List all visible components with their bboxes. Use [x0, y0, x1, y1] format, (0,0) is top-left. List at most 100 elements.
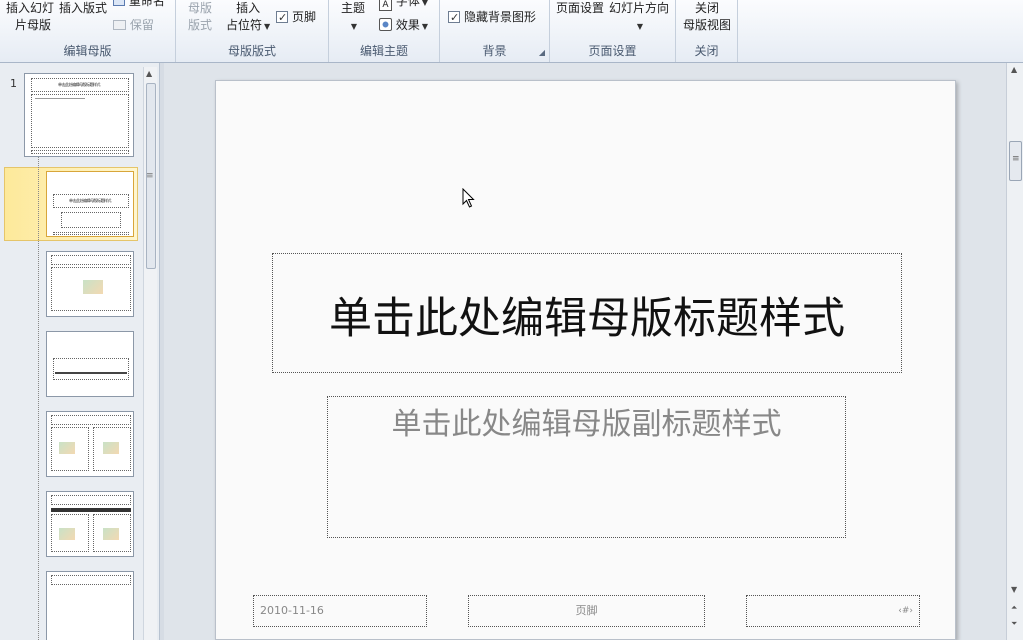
- close-master-view-label-1: 关闭: [695, 1, 720, 15]
- title-placeholder[interactable]: 单击此处编辑母版标题样式: [272, 253, 902, 373]
- rename-button[interactable]: 重命名: [113, 0, 165, 10]
- group-label-edit-master: 编辑母版: [63, 44, 112, 58]
- group-label-edit-theme: 编辑主题: [359, 44, 408, 58]
- thumb-image-placeholder: [103, 442, 119, 454]
- mouse-cursor-icon: [462, 188, 475, 208]
- dialog-launcher-icon[interactable]: ◢: [539, 48, 545, 57]
- master-layout-label-2: 版式: [188, 18, 213, 32]
- chevron-down-icon: ▼: [636, 22, 644, 31]
- effects-label: 效果: [395, 18, 420, 32]
- thumb-image-placeholder: [59, 528, 75, 540]
- group-background: 隐藏背景图形 背景 ◢: [440, 0, 550, 62]
- title-placeholder-text: 单击此处编辑母版标题样式: [329, 294, 845, 344]
- themes-label: 主题: [341, 1, 366, 15]
- footer-checkbox-label: 页脚: [292, 10, 317, 24]
- ribbon: 插入幻灯 片母版 插入版式 重命名 保留 编辑母版 母版 版式 插入 占位符 ▼ …: [0, 0, 1023, 63]
- slide-orientation-label: 幻灯片方向: [609, 1, 670, 15]
- master-layout-button[interactable]: 母版 版式: [188, 0, 212, 34]
- subtitle-placeholder[interactable]: 单击此处编辑母版副标题样式: [327, 396, 846, 538]
- themes-button[interactable]: 主题 ▼: [341, 0, 365, 35]
- group-label-master-layout: 母版版式: [227, 44, 276, 58]
- thumb-layout-title: 单击此处编辑母版标题样式: [69, 198, 112, 203]
- insert-placeholder-label-1: 插入: [236, 1, 261, 15]
- rename-label: 重命名: [128, 0, 165, 8]
- hide-background-graphics-label: 隐藏背景图形: [464, 10, 537, 24]
- rename-icon: [113, 0, 125, 6]
- pane-grip-icon[interactable]: ≡: [146, 171, 154, 181]
- chevron-down-icon: ▼: [421, 22, 428, 31]
- footer-checkbox[interactable]: 页脚: [276, 9, 316, 26]
- insert-slide-master-label-2: 片母版: [15, 18, 52, 32]
- date-text: 2010-11-16: [260, 604, 324, 617]
- scroll-up-arrow-icon[interactable]: ▲: [146, 69, 152, 78]
- group-close: 关闭 母版视图 关闭: [676, 0, 738, 62]
- fonts-label: 字体: [395, 0, 420, 8]
- checkbox-checked-icon: [448, 9, 460, 26]
- thumb-master-title: 单击此处编辑母版标题样式: [58, 82, 101, 87]
- thumb-footer-boxes: [31, 150, 129, 154]
- thumb-bullets: [35, 98, 85, 128]
- scrollbar-thumb[interactable]: ≡: [1009, 141, 1022, 181]
- effects-icon: [379, 18, 392, 31]
- slide-number: 1: [10, 77, 17, 90]
- effects-button[interactable]: 效果 ▼: [379, 17, 428, 35]
- master-layout-label-1: 母版: [188, 1, 213, 15]
- slide-vertical-scrollbar[interactable]: ▲ ≡ ▼ ⏶ ⏷: [1006, 63, 1023, 640]
- thumbnail-title-layout[interactable]: 单击此处编辑母版标题样式: [46, 171, 134, 237]
- thumbnail-layout-5[interactable]: [46, 491, 134, 557]
- scroll-down-arrow-icon[interactable]: ▼: [1011, 585, 1017, 594]
- page-setup-button[interactable]: 页面设置: [556, 0, 604, 17]
- preserve-icon: [113, 20, 126, 30]
- thumb-image-placeholder: [103, 528, 119, 540]
- scroll-up-arrow-icon[interactable]: ▲: [1011, 65, 1017, 74]
- thumb-title-box: [51, 255, 131, 265]
- insert-layout-button[interactable]: 插入版式: [59, 0, 107, 17]
- thumbnail-slide-master[interactable]: 单击此处编辑母版标题样式: [24, 73, 134, 157]
- grip-icon: ≡: [1012, 154, 1020, 164]
- thumb-header-bars: [51, 508, 131, 512]
- subtitle-placeholder-text: 单击此处编辑母版副标题样式: [391, 407, 782, 442]
- insert-placeholder-button[interactable]: 插入 占位符 ▼: [226, 0, 270, 35]
- thumb-title-box: [53, 358, 129, 380]
- thumb-text-lines: [55, 372, 127, 374]
- thumb-footer-boxes: [53, 232, 129, 235]
- chevron-down-icon: ▼: [264, 22, 271, 31]
- group-label-background: 背景: [482, 44, 507, 58]
- checkbox-checked-icon: [276, 9, 288, 26]
- thumbnail-scrollbar[interactable]: ▲ ≡: [143, 67, 157, 640]
- date-placeholder[interactable]: 2010-11-16: [253, 595, 427, 627]
- slide-number-text: ‹#›: [898, 606, 913, 616]
- preserve-button[interactable]: 保留: [113, 17, 154, 34]
- thumb-title-box: [51, 495, 131, 505]
- insert-slide-master-label-1: 插入幻灯: [6, 1, 55, 15]
- slide-thumbnail-pane: 1 单击此处编辑母版标题样式 单击此处编辑母版标题样式 ▲ ≡: [0, 63, 160, 640]
- previous-slide-icon[interactable]: ⏶: [1011, 603, 1017, 613]
- close-master-view-label-2: 母版视图: [683, 18, 732, 32]
- thumb-subtitle-box: [61, 212, 121, 228]
- slide-editing-area: 单击此处编辑母版标题样式 单击此处编辑母版副标题样式 2010-11-16 页脚…: [164, 63, 1006, 640]
- chevron-down-icon: ▼: [350, 22, 358, 31]
- thumbnail-layout-6[interactable]: [46, 571, 134, 640]
- thumbnail-layout-3[interactable]: [46, 331, 134, 397]
- slide-number-placeholder[interactable]: ‹#›: [746, 595, 920, 627]
- group-label-close: 关闭: [694, 44, 719, 58]
- group-label-page-setup: 页面设置: [588, 44, 637, 58]
- thumb-image-placeholder: [59, 442, 75, 454]
- insert-placeholder-label-2: 占位符: [226, 18, 263, 32]
- thumbnail-layout-2[interactable]: [46, 251, 134, 317]
- insert-slide-master-button[interactable]: 插入幻灯 片母版: [6, 0, 54, 34]
- thumb-title-box: [51, 415, 131, 425]
- group-page-setup: 页面设置 幻灯片方向 ▼ 页面设置: [550, 0, 676, 62]
- next-slide-icon[interactable]: ⏷: [1011, 619, 1017, 629]
- hide-background-graphics-checkbox[interactable]: 隐藏背景图形: [448, 9, 536, 26]
- thumbnail-layout-4[interactable]: [46, 411, 134, 477]
- close-master-view-button[interactable]: 关闭 母版视图: [683, 0, 731, 34]
- thumb-image-placeholder: [83, 280, 103, 294]
- group-edit-master: 插入幻灯 片母版 插入版式 重命名 保留 编辑母版: [0, 0, 176, 62]
- slide-canvas[interactable]: 单击此处编辑母版标题样式 单击此处编辑母版副标题样式 2010-11-16 页脚…: [215, 80, 956, 640]
- layout-connector-line: [38, 156, 39, 640]
- fonts-button[interactable]: A 字体 ▼: [379, 0, 428, 11]
- footer-placeholder[interactable]: 页脚: [468, 595, 705, 627]
- preserve-label: 保留: [129, 18, 154, 32]
- slide-orientation-button[interactable]: 幻灯片方向 ▼: [609, 0, 669, 35]
